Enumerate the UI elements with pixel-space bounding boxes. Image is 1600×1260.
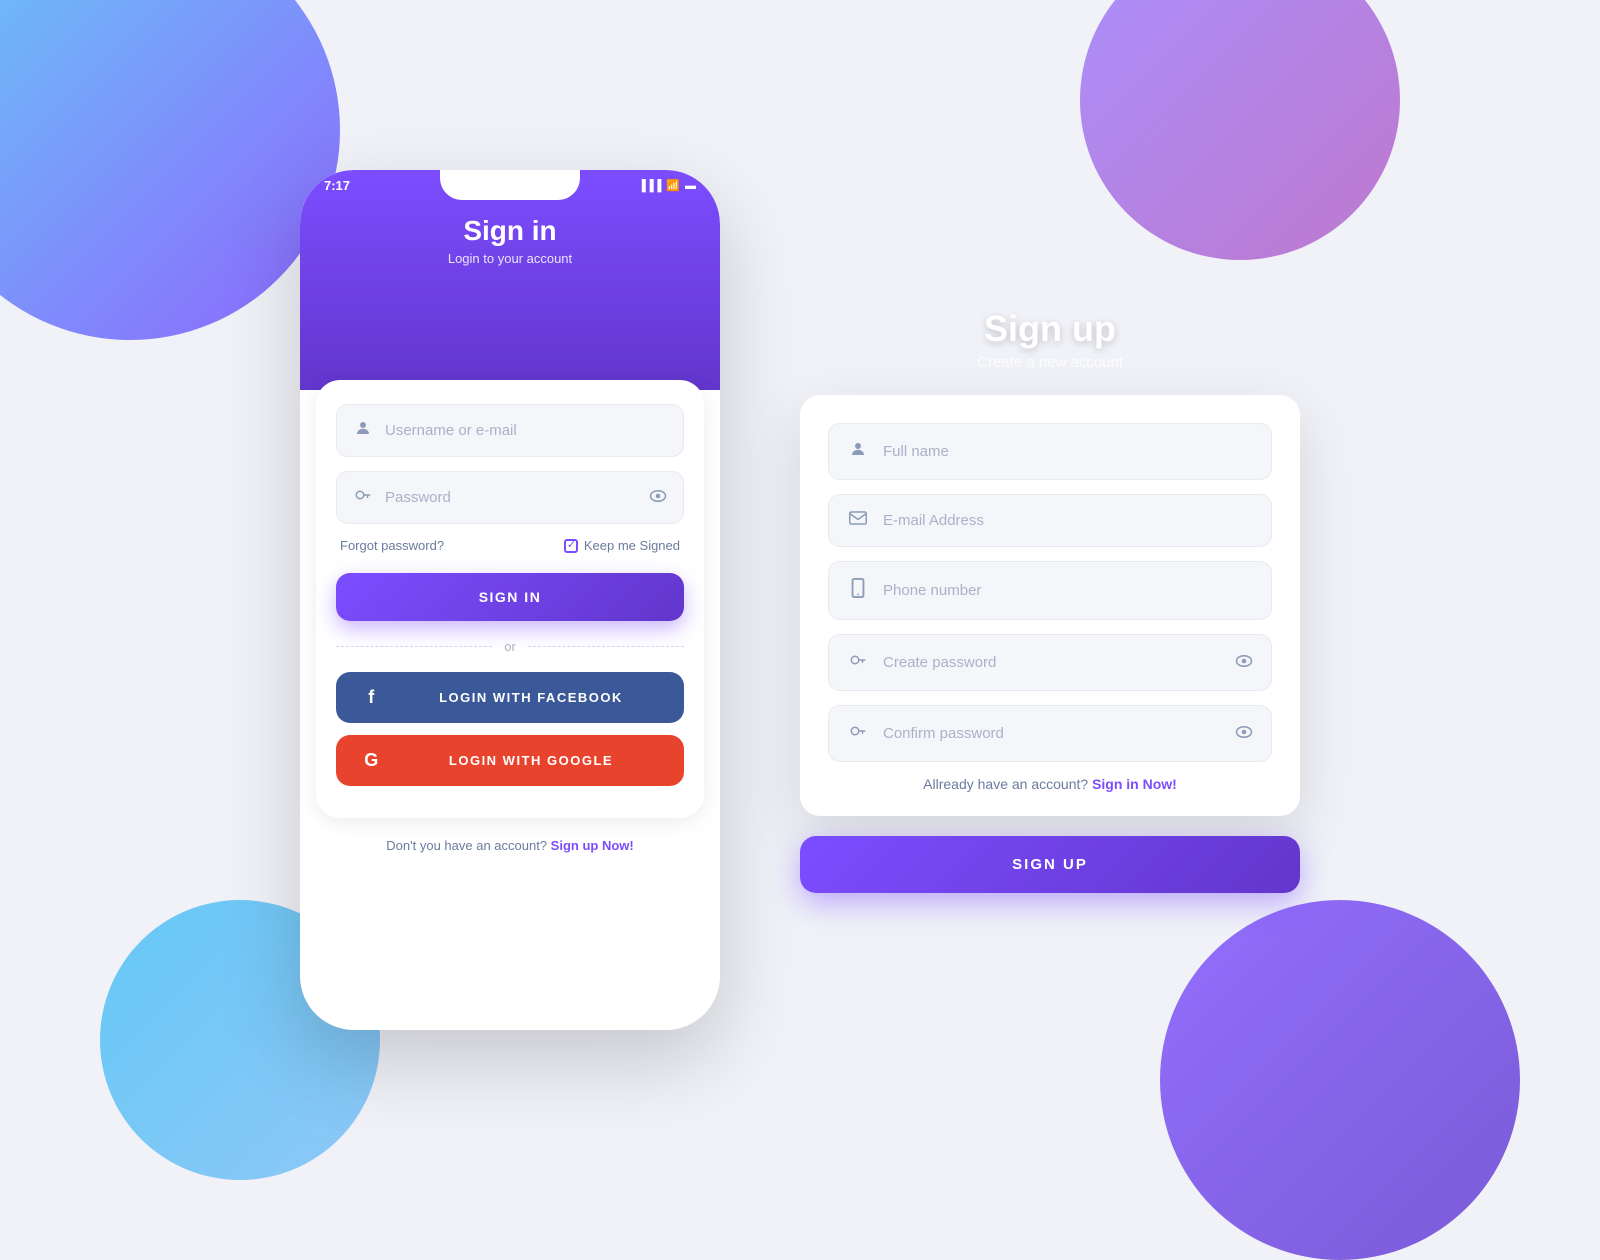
divider: or xyxy=(336,639,684,654)
main-container: 7:17 ▐▐▐ 📶 ▬ Sign in Login to your accou… xyxy=(0,0,1600,1200)
signup-subtitle: Create a new account xyxy=(800,354,1300,371)
facebook-button-label: LOGIN WITH FACEBOOK xyxy=(393,690,669,705)
signin-subtitle: Login to your account xyxy=(300,251,720,266)
keep-signed-checkbox[interactable] xyxy=(564,539,578,553)
google-login-button[interactable]: G LOGIN WITH GOOGLE xyxy=(336,735,684,786)
signup-title: Sign up xyxy=(800,308,1300,350)
password-field-container xyxy=(336,471,684,524)
phone-input[interactable] xyxy=(883,582,1253,599)
forgot-password-link[interactable]: Forgot password? xyxy=(340,538,444,553)
email-input[interactable] xyxy=(883,512,1253,529)
phone-footer: Don't you have an account? Sign up Now! xyxy=(300,838,720,863)
email-icon xyxy=(847,511,869,530)
facebook-icon: f xyxy=(351,687,393,708)
email-field-container xyxy=(828,494,1272,547)
signup-card: Allready have an account? Sign in Now! xyxy=(800,395,1300,816)
forgot-row: Forgot password? Keep me Signed xyxy=(336,538,684,553)
phone-body: Forgot password? Keep me Signed SIGN IN … xyxy=(316,380,704,818)
signin-button[interactable]: SIGN IN xyxy=(336,573,684,621)
keep-signed-label: Keep me Signed xyxy=(584,538,680,553)
password-toggle-icon[interactable] xyxy=(649,489,667,506)
phone-header: 7:17 ▐▐▐ 📶 ▬ Sign in Login to your accou… xyxy=(300,170,720,390)
status-icons: ▐▐▐ 📶 ▬ xyxy=(638,179,696,192)
signin-title: Sign in xyxy=(300,215,720,247)
status-time: 7:17 xyxy=(324,178,350,193)
confirm-password-field-container xyxy=(828,705,1272,762)
user-icon xyxy=(353,419,373,442)
phone-mockup: 7:17 ▐▐▐ 📶 ▬ Sign in Login to your accou… xyxy=(300,170,720,1030)
confirm-password-input[interactable] xyxy=(883,725,1235,742)
signin-now-link[interactable]: Sign in Now! xyxy=(1092,776,1177,792)
signal-icon: ▐▐▐ xyxy=(638,180,661,192)
phone-icon xyxy=(847,578,869,603)
username-field-container xyxy=(336,404,684,457)
keep-signed-container: Keep me Signed xyxy=(564,538,680,553)
facebook-login-button[interactable]: f LOGIN WITH FACEBOOK xyxy=(336,672,684,723)
create-password-key-icon xyxy=(847,651,869,674)
divider-label: or xyxy=(504,639,516,654)
signup-panel: Sign up Create a new account xyxy=(800,308,1300,893)
create-password-toggle-icon[interactable] xyxy=(1235,654,1253,671)
key-icon xyxy=(353,486,373,509)
divider-right xyxy=(528,646,684,647)
fullname-field-container xyxy=(828,423,1272,480)
already-account-row: Allready have an account? Sign in Now! xyxy=(828,776,1272,792)
signup-button[interactable]: SIGN UP xyxy=(800,836,1300,893)
password-input[interactable] xyxy=(385,489,649,506)
fullname-input[interactable] xyxy=(883,443,1253,460)
phone-field-container xyxy=(828,561,1272,620)
phone-notch xyxy=(440,170,580,200)
create-password-input[interactable] xyxy=(883,654,1235,671)
create-password-field-container xyxy=(828,634,1272,691)
battery-icon: ▬ xyxy=(685,180,696,192)
confirm-password-toggle-icon[interactable] xyxy=(1235,725,1253,742)
signup-header: Sign up Create a new account xyxy=(800,308,1300,371)
google-button-label: LOGIN WITH GOOGLE xyxy=(393,753,669,768)
phone-title-area: Sign in Login to your account xyxy=(300,215,720,266)
divider-left xyxy=(336,646,492,647)
username-input[interactable] xyxy=(385,422,667,439)
footer-text: Don't you have an account? xyxy=(386,838,547,853)
confirm-password-key-icon xyxy=(847,722,869,745)
signup-now-link[interactable]: Sign up Now! xyxy=(551,838,634,853)
fullname-user-icon xyxy=(847,440,869,463)
google-icon: G xyxy=(351,750,393,771)
already-account-text: Allready have an account? xyxy=(923,776,1088,792)
wifi-icon: 📶 xyxy=(666,179,680,192)
